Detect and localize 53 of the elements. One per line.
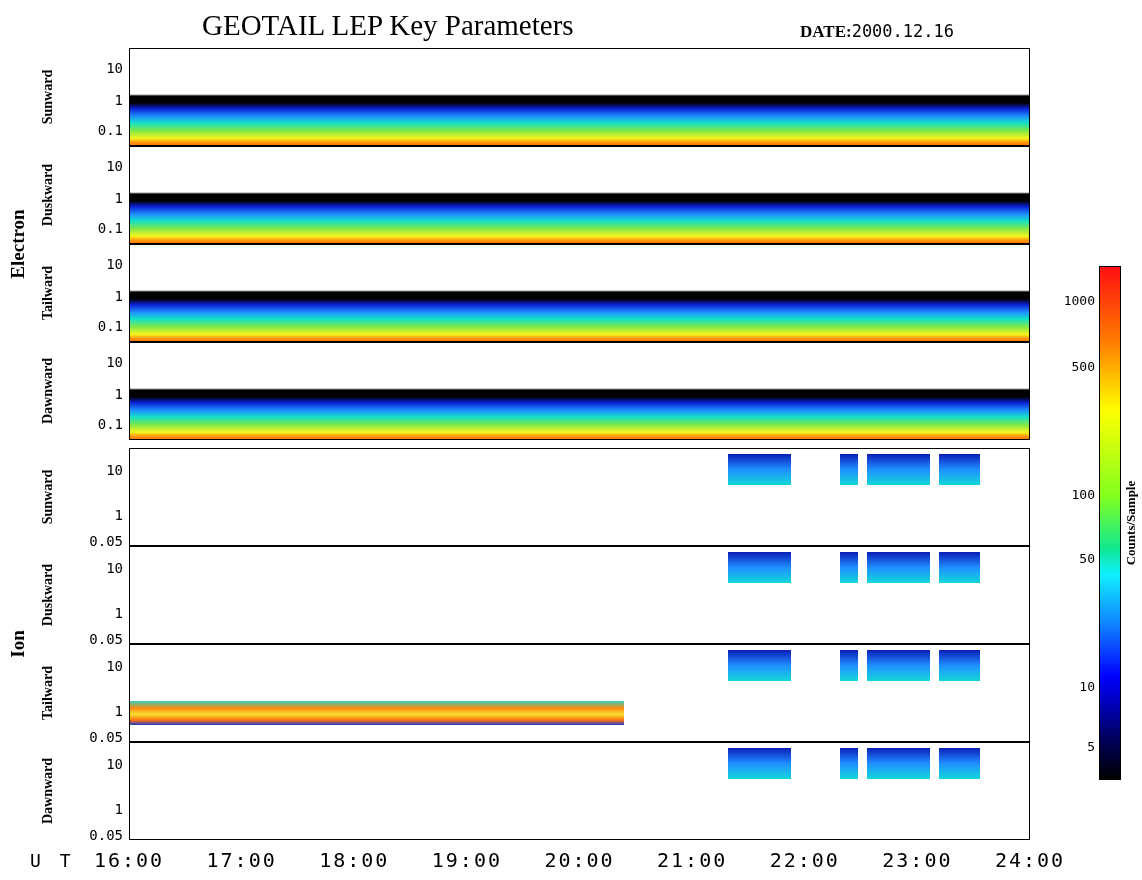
x-axis-label: U T [30, 849, 72, 871]
colorbar-title: Counts/Sample [1123, 480, 1140, 566]
y-tick-label: 10 [106, 461, 123, 478]
y-tick-label: 10 [106, 755, 123, 772]
x-tick-label: 23:00 [882, 848, 953, 872]
y-tick-label: 1 [114, 385, 123, 402]
y-tick-label: 1 [114, 604, 123, 621]
y-tick-label: 1 [114, 702, 123, 719]
panel-label: Sunward [40, 469, 56, 525]
y-tick-label: 1 [114, 506, 123, 523]
y-tick-label: 0.05 [89, 631, 123, 648]
x-tick-label: 19:00 [431, 848, 502, 872]
y-tick-label: 1 [114, 287, 123, 304]
y-tick-label: 10 [106, 157, 123, 174]
date-label: DATE:2000.12.16 [800, 21, 954, 42]
x-tick-label: 16:00 [93, 848, 165, 872]
x-tick-label: 24:00 [994, 848, 1066, 872]
colorbar-tick-label: 500 [1071, 358, 1095, 374]
colorbar-tick-label: 10 [1079, 678, 1095, 694]
y-tick-label: 0.05 [89, 533, 123, 550]
panel-label: Dawnward [40, 357, 56, 425]
x-tick-label: 22:00 [769, 848, 840, 872]
group-label: Ion [7, 630, 29, 658]
plot-title: GEOTAIL LEP Key Parameters [202, 9, 575, 42]
y-tick-label: 10 [106, 59, 123, 76]
x-tick-label: 18:00 [319, 848, 390, 872]
colorbar-tick-label: 100 [1071, 486, 1095, 502]
x-tick-label: 17:00 [206, 848, 277, 872]
colorbar-tick-label: 5 [1087, 738, 1095, 754]
panel-label: Duskward [40, 563, 56, 627]
y-tick-label: 1 [114, 189, 123, 206]
colorbar-tick-label: 1000 [1063, 292, 1095, 308]
x-tick-label: 20:00 [544, 848, 615, 872]
panel-label: Sunward [40, 69, 56, 125]
y-tick-label: 10 [106, 657, 123, 674]
y-tick-label: 0.1 [97, 122, 123, 139]
panel-label: Duskward [40, 163, 56, 227]
y-tick-label: 10 [106, 255, 123, 272]
y-tick-label: 0.05 [89, 827, 123, 844]
y-tick-label: 1 [114, 800, 123, 817]
y-tick-label: 1 [114, 91, 123, 108]
group-label: Electron [7, 209, 29, 279]
y-tick-label: 10 [106, 353, 123, 370]
y-tick-label: 0.05 [89, 729, 123, 746]
panel-label: Dawnward [40, 757, 56, 825]
y-tick-label: 0.1 [97, 220, 123, 237]
y-tick-label: 10 [106, 559, 123, 576]
y-tick-label: 0.1 [97, 416, 123, 433]
panel-label: Tailward [40, 666, 56, 720]
panel-label: Tailward [40, 266, 56, 320]
colorbar-tick-label: 50 [1079, 550, 1095, 566]
x-tick-label: 21:00 [657, 848, 728, 872]
y-tick-label: 0.1 [97, 318, 123, 335]
